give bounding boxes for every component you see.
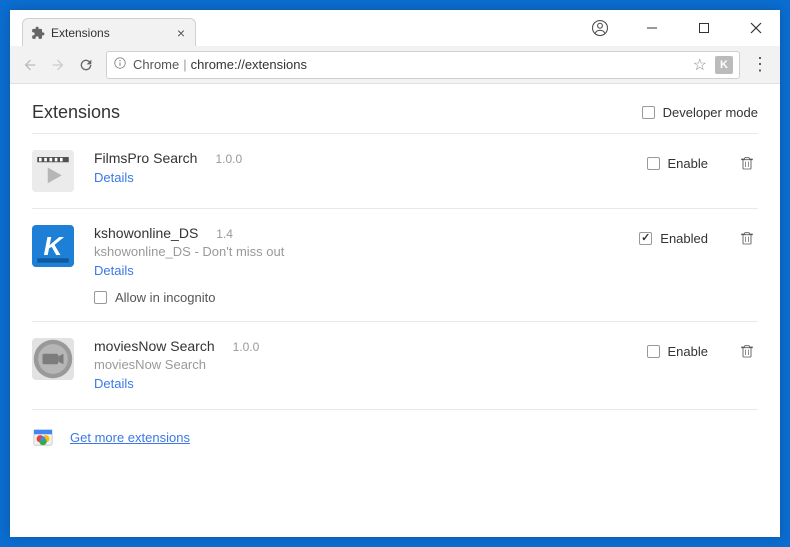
get-more-extensions: Get more extensions xyxy=(32,426,758,448)
menu-button[interactable]: ⋮ xyxy=(746,51,774,79)
close-window-button[interactable] xyxy=(736,14,776,42)
enable-toggle[interactable]: Enabled xyxy=(639,231,708,246)
extension-badge-icon[interactable]: K xyxy=(715,56,733,74)
extension-description: kshowonline_DS - Don't miss out xyxy=(94,244,619,259)
extension-item: FilmsPro Search 1.0.0 Details Enable xyxy=(32,134,758,209)
toolbar: Chrome | chrome://extensions ☆ K ⋮ xyxy=(10,46,780,84)
page-header: Extensions Developer mode xyxy=(32,102,758,134)
active-tab[interactable]: Extensions × xyxy=(22,18,196,46)
enable-toggle[interactable]: Enable xyxy=(647,344,708,359)
details-link[interactable]: Details xyxy=(94,376,134,391)
extension-icon: K xyxy=(32,225,74,267)
browser-window: Extensions × xyxy=(10,10,780,537)
extension-name: FilmsPro Search xyxy=(94,150,197,166)
incognito-checkbox[interactable] xyxy=(94,291,107,304)
maximize-button[interactable] xyxy=(684,14,724,42)
enable-checkbox[interactable] xyxy=(647,345,660,358)
remove-button[interactable] xyxy=(736,227,758,249)
extension-description: moviesNow Search xyxy=(94,357,627,372)
get-more-extensions-link[interactable]: Get more extensions xyxy=(70,430,190,445)
address-bar[interactable]: Chrome | chrome://extensions ☆ K xyxy=(106,51,740,79)
details-link[interactable]: Details xyxy=(94,263,134,278)
extension-icon xyxy=(32,150,74,192)
reload-button[interactable] xyxy=(72,51,100,79)
enable-checkbox[interactable] xyxy=(647,157,660,170)
account-icon[interactable] xyxy=(580,14,620,42)
minimize-button[interactable] xyxy=(632,14,672,42)
extension-item: K kshowonline_DS 1.4 kshowonline_DS - Do… xyxy=(32,209,758,322)
extension-name: moviesNow Search xyxy=(94,338,215,354)
address-url: chrome://extensions xyxy=(191,57,307,72)
allow-incognito-toggle[interactable]: Allow in incognito xyxy=(94,290,619,305)
extension-icon xyxy=(32,338,74,380)
extension-version: 1.4 xyxy=(216,227,233,241)
page-content: Extensions Developer mode FilmsPro Searc… xyxy=(10,84,780,537)
svg-text:K: K xyxy=(44,231,65,261)
remove-button[interactable] xyxy=(736,152,758,174)
puzzle-icon xyxy=(31,26,45,40)
forward-button[interactable] xyxy=(44,51,72,79)
titlebar: Extensions × xyxy=(10,10,780,46)
remove-button[interactable] xyxy=(736,340,758,362)
enable-checkbox[interactable] xyxy=(639,232,652,245)
extension-name: kshowonline_DS xyxy=(94,225,198,241)
webstore-icon xyxy=(32,426,54,448)
extension-version: 1.0.0 xyxy=(215,152,242,166)
tab-close-button[interactable]: × xyxy=(175,25,187,41)
developer-mode-toggle[interactable]: Developer mode xyxy=(642,105,758,120)
extensions-list: FilmsPro Search 1.0.0 Details Enable K k… xyxy=(32,134,758,410)
extension-item: moviesNow Search 1.0.0 moviesNow Search … xyxy=(32,322,758,410)
details-link[interactable]: Details xyxy=(94,170,134,185)
developer-mode-checkbox[interactable] xyxy=(642,106,655,119)
bookmark-icon[interactable]: ☆ xyxy=(689,55,711,75)
page-title: Extensions xyxy=(32,102,642,123)
address-scheme: Chrome xyxy=(133,57,179,72)
back-button[interactable] xyxy=(16,51,44,79)
tab-title: Extensions xyxy=(51,26,175,40)
enable-toggle[interactable]: Enable xyxy=(647,156,708,171)
info-icon xyxy=(113,56,127,73)
extension-version: 1.0.0 xyxy=(233,340,260,354)
